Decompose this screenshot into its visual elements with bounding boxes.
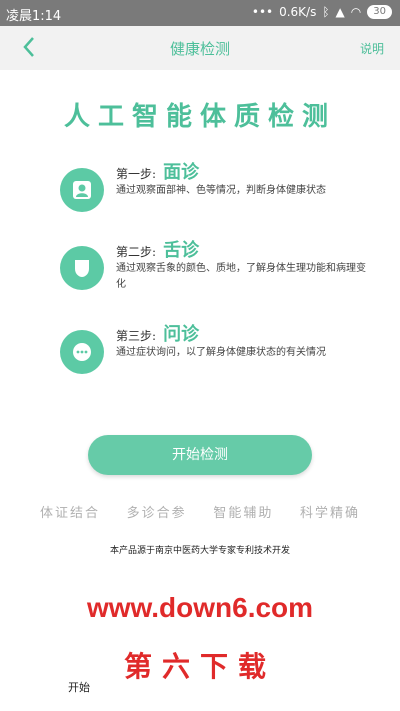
watermark-url: www.down6.com xyxy=(86,592,314,623)
battery-icon: 30 xyxy=(367,5,392,19)
page-title: 健康检测 xyxy=(169,40,230,58)
source-note: 本产品源于南京中医药大学专家专利技术开发 xyxy=(109,546,290,556)
step-name: 问诊 xyxy=(163,324,200,345)
feature-item: 科学精确 xyxy=(299,506,360,521)
step-heading: 第二步: 舌诊 xyxy=(116,236,199,262)
status-bar: 凌晨1:14 ••• 0.6K/s ᛒ ▲ ◠ 30 xyxy=(0,0,400,26)
step-name: 面诊 xyxy=(163,162,200,183)
top-bar: 健康检测 说明 xyxy=(0,26,400,70)
feature-list: 体证结合 多诊合参 智能辅助 科学精确 xyxy=(40,502,360,521)
bluetooth-icon: ᛒ xyxy=(322,5,330,19)
feature-item: 智能辅助 xyxy=(213,506,274,521)
step-label: 第二步: xyxy=(116,245,157,259)
wifi-icon: ◠ xyxy=(350,5,362,19)
chat-icon xyxy=(60,330,104,374)
step-label: 第三步: xyxy=(116,329,157,343)
start-test-button[interactable]: 开始检测 xyxy=(88,435,312,475)
step-name: 舌诊 xyxy=(163,240,200,261)
watermark-name: 第六下载 xyxy=(123,650,276,683)
step-description: 通过症状询问，以了解身体健康状态的有关情况 xyxy=(116,347,326,358)
status-time: 凌晨1:14 xyxy=(6,9,62,24)
step-inquiry-diagnosis: 第三步: 问诊 通过症状询问，以了解身体健康状态的有关情况 xyxy=(60,320,380,390)
step-heading: 第三步: 问诊 xyxy=(116,320,199,346)
truncated-text: 开始 xyxy=(68,681,90,694)
step-description: 通过观察面部神、色等情况，判断身体健康状态 xyxy=(116,185,326,196)
headline: 人工智能体质检测 xyxy=(63,102,336,132)
step-tongue-diagnosis: 第二步: 舌诊 通过观察舌象的颜色、质地，了解身体生理功能和病理变化 xyxy=(60,236,380,306)
step-description: 通过观察舌象的颜色、质地，了解身体生理功能和病理变化 xyxy=(116,263,366,290)
step-face-diagnosis: 第一步: 面诊 通过观察面部神、色等情况，判断身体健康状态 xyxy=(60,158,380,228)
step-heading: 第一步: 面诊 xyxy=(116,158,199,184)
network-speed: 0.6K/s xyxy=(279,5,317,19)
person-icon xyxy=(60,168,104,212)
help-link[interactable]: 说明 xyxy=(360,40,384,57)
tongue-icon xyxy=(60,246,104,290)
status-icons: ••• 0.6K/s ᛒ ▲ ◠ 30 xyxy=(252,5,392,19)
step-label: 第一步: xyxy=(116,167,157,181)
feature-item: 体证结合 xyxy=(40,506,101,521)
signal-dots-icon: ••• xyxy=(251,5,274,19)
signal-icon: ▲ xyxy=(335,5,345,19)
feature-item: 多诊合参 xyxy=(126,506,187,521)
